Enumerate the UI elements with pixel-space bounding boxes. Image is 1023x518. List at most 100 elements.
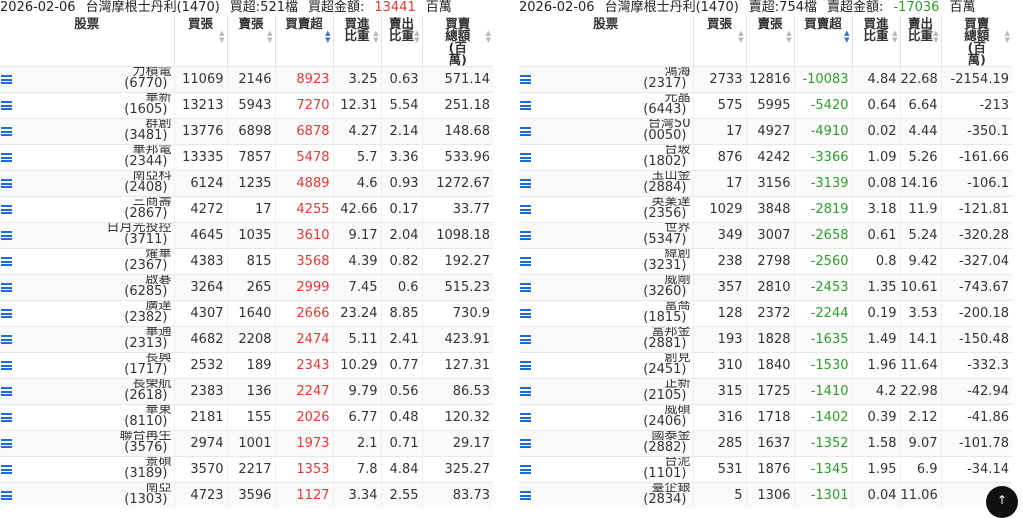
list-icon[interactable] <box>1 231 12 240</box>
stock-cell[interactable]: 台灣50 (0050) <box>519 118 693 145</box>
table-row[interactable]: 英業達 (2356) 1029 3848 -2819 3.18 11.9 -121.81 <box>519 196 1012 223</box>
stock-cell[interactable]: 國泰金 (2882) <box>519 430 693 457</box>
list-icon[interactable] <box>520 465 531 474</box>
stock-cell[interactable]: 華新 (1605) <box>0 92 174 119</box>
table-row[interactable]: 富邦金 (2881) 193 1828 -1635 1.49 14.1 -150.48 <box>519 326 1012 353</box>
stock-cell[interactable]: 富邦金 (2881) <box>519 326 693 353</box>
list-icon[interactable] <box>520 75 531 84</box>
table-row[interactable]: 燿華 (2367) 4383 815 3568 4.39 0.82 192.27 <box>0 248 493 275</box>
table-row[interactable]: 華通 (2313) 4682 2208 2474 5.11 2.41 423.91 <box>0 326 493 353</box>
list-icon[interactable] <box>1 127 12 136</box>
col-total[interactable]: 買賣總額(百萬) ▲ ▼ <box>940 16 1012 67</box>
list-icon[interactable] <box>1 465 12 474</box>
scroll-up-icon[interactable]: ↑ <box>986 486 1018 518</box>
stock-cell[interactable]: 元晶 (6443) <box>519 92 693 119</box>
table-row[interactable]: 啟碁 (6285) 3264 265 2999 7.45 0.6 515.23 <box>0 274 493 301</box>
col-stock[interactable]: 股票 <box>519 16 693 67</box>
stock-cell[interactable]: 啟碁 (6285) <box>0 274 174 301</box>
list-icon[interactable] <box>520 179 531 188</box>
list-icon[interactable] <box>520 335 531 344</box>
sort-arrows-icon[interactable]: ▲ ▼ <box>892 30 897 44</box>
sort-arrows-icon[interactable]: ▲ ▼ <box>414 30 419 44</box>
sort-arrows-icon[interactable]: ▲ ▼ <box>738 30 743 44</box>
list-icon[interactable] <box>520 257 531 266</box>
stock-cell[interactable]: 華東 (8110) <box>0 404 174 431</box>
col-net[interactable]: 買賣超 ▲ ▼ <box>793 16 852 67</box>
sort-arrows-icon[interactable]: ▲ ▼ <box>486 30 491 44</box>
stock-cell[interactable]: 燿華 (2367) <box>0 248 174 275</box>
stock-cell[interactable]: 玉山金 (2884) <box>519 170 693 197</box>
table-row[interactable]: 富喬 (1815) 128 2372 -2244 0.19 3.53 -200.18 <box>519 300 1012 327</box>
table-row[interactable]: 玉山金 (2884) 17 3156 -3139 0.08 14.16 -106.1 <box>519 170 1012 197</box>
stock-cell[interactable]: 富喬 (1815) <box>519 300 693 327</box>
list-icon[interactable] <box>1 205 12 214</box>
col-sell-ratio[interactable]: 賣出比重 ▲ ▼ <box>899 16 941 67</box>
list-icon[interactable] <box>1 361 12 370</box>
list-icon[interactable] <box>1 491 12 500</box>
table-row[interactable]: 南亞 (1303) 4723 3596 1127 3.34 2.55 83.73 <box>0 482 493 508</box>
stock-cell[interactable]: 長興 (1717) <box>0 352 174 379</box>
table-row[interactable]: 三商壽 (2867) 4272 17 4255 42.66 0.17 33.77 <box>0 196 493 223</box>
table-row[interactable]: 景碩 (3189) 3570 2217 1353 7.8 4.84 325.27 <box>0 456 493 483</box>
col-buy-lots[interactable]: 買張 ▲ ▼ <box>173 16 227 67</box>
sort-arrows-icon[interactable]: ▲ ▼ <box>933 30 938 44</box>
list-icon[interactable] <box>520 439 531 448</box>
stock-cell[interactable]: 華通 (2313) <box>0 326 174 353</box>
list-icon[interactable] <box>1 179 12 188</box>
list-icon[interactable] <box>520 491 531 500</box>
table-row[interactable]: 力積電 (6770) 11069 2146 8923 3.25 0.63 571.14 <box>0 66 493 93</box>
stock-cell[interactable]: 群創 (3481) <box>0 118 174 145</box>
stock-cell[interactable]: 日月光投控 (3711) <box>0 222 174 249</box>
stock-cell[interactable]: 威碩 (2406) <box>519 404 693 431</box>
table-row[interactable]: 鴻海 (2317) 2733 12816 -10083 4.84 22.68 -2154.19 <box>519 66 1012 93</box>
table-row[interactable]: 台玻 (1802) 876 4242 -3366 1.09 5.26 -161.66 <box>519 144 1012 171</box>
list-icon[interactable] <box>520 283 531 292</box>
table-row[interactable]: 創見 (2451) 310 1840 -1530 1.96 11.64 -332.3 <box>519 352 1012 379</box>
stock-cell[interactable]: 長榮航 (2618) <box>0 378 174 405</box>
stock-cell[interactable]: 廣達 (2382) <box>0 300 174 327</box>
list-icon[interactable] <box>1 257 12 266</box>
list-icon[interactable] <box>1 413 12 422</box>
stock-cell[interactable]: 創見 (2451) <box>519 352 693 379</box>
table-row[interactable]: 日月光投控 (3711) 4645 1035 3610 9.17 2.04 1098.18 <box>0 222 493 249</box>
list-icon[interactable] <box>520 127 531 136</box>
col-sell-ratio[interactable]: 賣出比重 ▲ ▼ <box>380 16 422 67</box>
list-icon[interactable] <box>520 413 531 422</box>
stock-cell[interactable]: 台泥 (1101) <box>519 456 693 483</box>
sort-arrows-icon[interactable]: ▲ ▼ <box>786 30 791 44</box>
table-row[interactable]: 世界 (5347) 349 3007 -2658 0.61 5.24 -320.28 <box>519 222 1012 249</box>
stock-cell[interactable]: 鴻海 (2317) <box>519 66 693 93</box>
table-row[interactable]: 正新 (2105) 315 1725 -1410 4.2 22.98 -42.94 <box>519 378 1012 405</box>
stock-cell[interactable]: 臺企銀 (2834) <box>519 482 693 508</box>
stock-cell[interactable]: 華邦電 (2344) <box>0 144 174 171</box>
col-buy-ratio[interactable]: 買進比重 ▲ ▼ <box>332 16 381 67</box>
list-icon[interactable] <box>1 439 12 448</box>
table-row[interactable]: 臺企銀(2834)51306-13010.0411.06-2 <box>519 482 1012 508</box>
sort-arrows-icon[interactable]: ▲ ▼ <box>267 30 272 44</box>
stock-cell[interactable]: 台玻 (1802) <box>519 144 693 171</box>
table-row[interactable]: 緯創 (3231) 238 2798 -2560 0.8 9.42 -327.04 <box>519 248 1012 275</box>
table-row[interactable]: 長興 (1717) 2532 189 2343 10.29 0.77 127.31 <box>0 352 493 379</box>
stock-cell[interactable]: 威剛 (3260) <box>519 274 693 301</box>
table-row[interactable]: 群創 (3481) 13776 6898 6878 4.27 2.14 148.68 <box>0 118 493 145</box>
list-icon[interactable] <box>520 231 531 240</box>
table-row[interactable]: 廣達 (2382) 4307 1640 2666 23.24 8.85 730.9 <box>0 300 493 327</box>
list-icon[interactable] <box>520 101 531 110</box>
stock-cell[interactable]: 聯合再生 (3576) <box>0 430 174 457</box>
sort-arrows-icon[interactable]: ▲ ▼ <box>219 30 224 44</box>
list-icon[interactable] <box>1 101 12 110</box>
sort-arrows-icon[interactable]: ▲ ▼ <box>373 30 378 44</box>
stock-cell[interactable]: 力積電 (6770) <box>0 66 174 93</box>
col-stock[interactable]: 股票 <box>0 16 174 67</box>
list-icon[interactable] <box>520 309 531 318</box>
stock-cell[interactable]: 三商壽 (2867) <box>0 196 174 223</box>
stock-cell[interactable]: 緯創 (3231) <box>519 248 693 275</box>
table-row[interactable]: 元晶 (6443) 575 5995 -5420 0.64 6.64 -213 <box>519 92 1012 119</box>
table-row[interactable]: 威剛 (3260) 357 2810 -2453 1.35 10.61 -743.67 <box>519 274 1012 301</box>
stock-cell[interactable]: 南亞 (1303) <box>0 482 174 508</box>
table-row[interactable]: 華邦電 (2344) 13335 7857 5478 5.7 3.36 533.96 <box>0 144 493 171</box>
list-icon[interactable] <box>1 283 12 292</box>
sort-arrows-icon[interactable]: ▲ ▼ <box>844 30 849 44</box>
table-row[interactable]: 國泰金 (2882) 285 1637 -1352 1.58 9.07 -101.78 <box>519 430 1012 457</box>
col-buy-ratio[interactable]: 買進比重 ▲ ▼ <box>851 16 900 67</box>
